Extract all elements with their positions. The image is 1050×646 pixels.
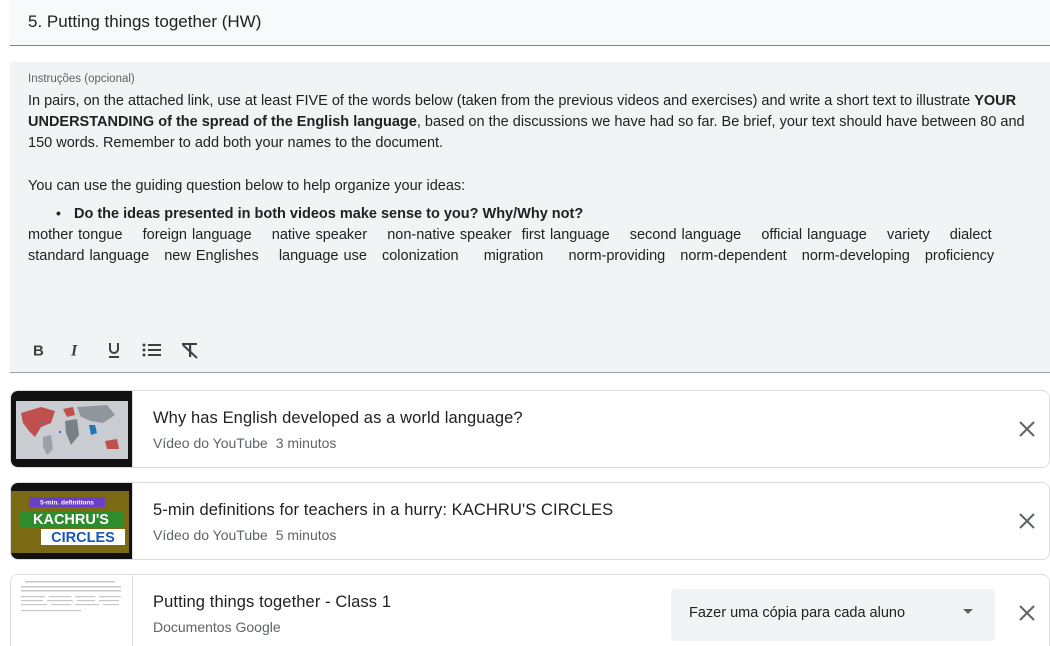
- svg-text:B: B: [33, 343, 44, 359]
- instructions-paragraph-2: You can use the guiding question below t…: [28, 178, 466, 194]
- attachment-title[interactable]: Putting things together - Class 1: [153, 593, 391, 612]
- remove-attachment-close-icon[interactable]: [1015, 601, 1039, 625]
- guiding-question-bullet: • Do the ideas presented in both videos …: [56, 203, 1038, 225]
- attachment-duration: 3 minutos: [275, 435, 337, 451]
- attachment-card[interactable]: Why has English developed as a world lan…: [10, 390, 1050, 468]
- instructions-body[interactable]: In pairs, on the attached link, use at l…: [28, 91, 1038, 267]
- italic-button[interactable]: I: [64, 338, 88, 362]
- thumbnail-heading-2: CIRCLES: [51, 530, 115, 546]
- document-thumbnail[interactable]: [11, 575, 133, 646]
- clear-formatting-icon: [182, 343, 198, 359]
- bold-icon: B: [33, 343, 44, 359]
- remove-attachment-close-icon[interactable]: [1015, 417, 1039, 441]
- attachment-card[interactable]: Putting things together - Class 1 Docume…: [10, 574, 1050, 646]
- bulleted-list-icon: [142, 343, 161, 357]
- kachru-circles-thumbnail-icon: 5-min. definitions KACHRU'S CIRCLES: [11, 483, 132, 559]
- clear-formatting-button[interactable]: [178, 338, 202, 362]
- share-option-dropdown[interactable]: Fazer uma cópia para cada aluno: [671, 589, 995, 641]
- attachment-type: Vídeo do YouTube: [153, 435, 268, 451]
- svg-text:I: I: [70, 343, 78, 359]
- bullet-dot-icon: •: [56, 205, 61, 221]
- assignment-title-field[interactable]: 5. Putting things together (HW): [10, 0, 1050, 46]
- attachment-type: Documentos Google: [153, 619, 281, 635]
- video-thumbnail[interactable]: 5-min. definitions KACHRU'S CIRCLES: [11, 483, 133, 559]
- bold-button[interactable]: B: [26, 338, 50, 362]
- attachment-subtitle: Vídeo do YouTube 3 minutos: [153, 435, 336, 451]
- remove-attachment-close-icon[interactable]: [1015, 509, 1039, 533]
- attachment-subtitle: Documentos Google: [153, 619, 281, 635]
- instructions-field[interactable]: Instruções (opcional) In pairs, on the a…: [10, 62, 1050, 373]
- italic-icon: I: [70, 343, 78, 359]
- attachment-title[interactable]: 5-min definitions for teachers in a hurr…: [153, 501, 613, 520]
- share-option-value: Fazer uma cópia para cada aluno: [689, 605, 906, 621]
- formatting-toolbar: B I: [26, 336, 202, 364]
- thumbnail-heading-1: KACHRU'S: [33, 512, 109, 528]
- underline-button[interactable]: [102, 338, 126, 362]
- attachment-card[interactable]: 5-min. definitions KACHRU'S CIRCLES 5-mi…: [10, 482, 1050, 560]
- world-map-thumbnail-icon: [11, 391, 132, 467]
- dropdown-arrow-icon: [963, 609, 973, 614]
- instructions-paragraph-1: In pairs, on the attached link, use at l…: [28, 93, 1025, 151]
- video-thumbnail[interactable]: [11, 391, 133, 467]
- vocabulary-words: mother tongue foreign language native sp…: [28, 227, 1007, 264]
- attachment-title[interactable]: Why has English developed as a world lan…: [153, 409, 523, 428]
- attachment-duration: 5 minutos: [275, 527, 337, 543]
- instructions-label: Instruções (opcional): [28, 73, 135, 85]
- bulleted-list-button[interactable]: [140, 338, 164, 362]
- document-preview-icon: [11, 575, 132, 646]
- thumbnail-caption: 5-min. definitions: [40, 500, 94, 507]
- attachment-type: Vídeo do YouTube: [153, 527, 268, 543]
- underline-icon: [109, 343, 119, 358]
- attachment-subtitle: Vídeo do YouTube 5 minutos: [153, 527, 336, 543]
- guiding-question: Do the ideas presented in both videos ma…: [74, 206, 584, 222]
- assignment-title[interactable]: 5. Putting things together (HW): [28, 12, 261, 32]
